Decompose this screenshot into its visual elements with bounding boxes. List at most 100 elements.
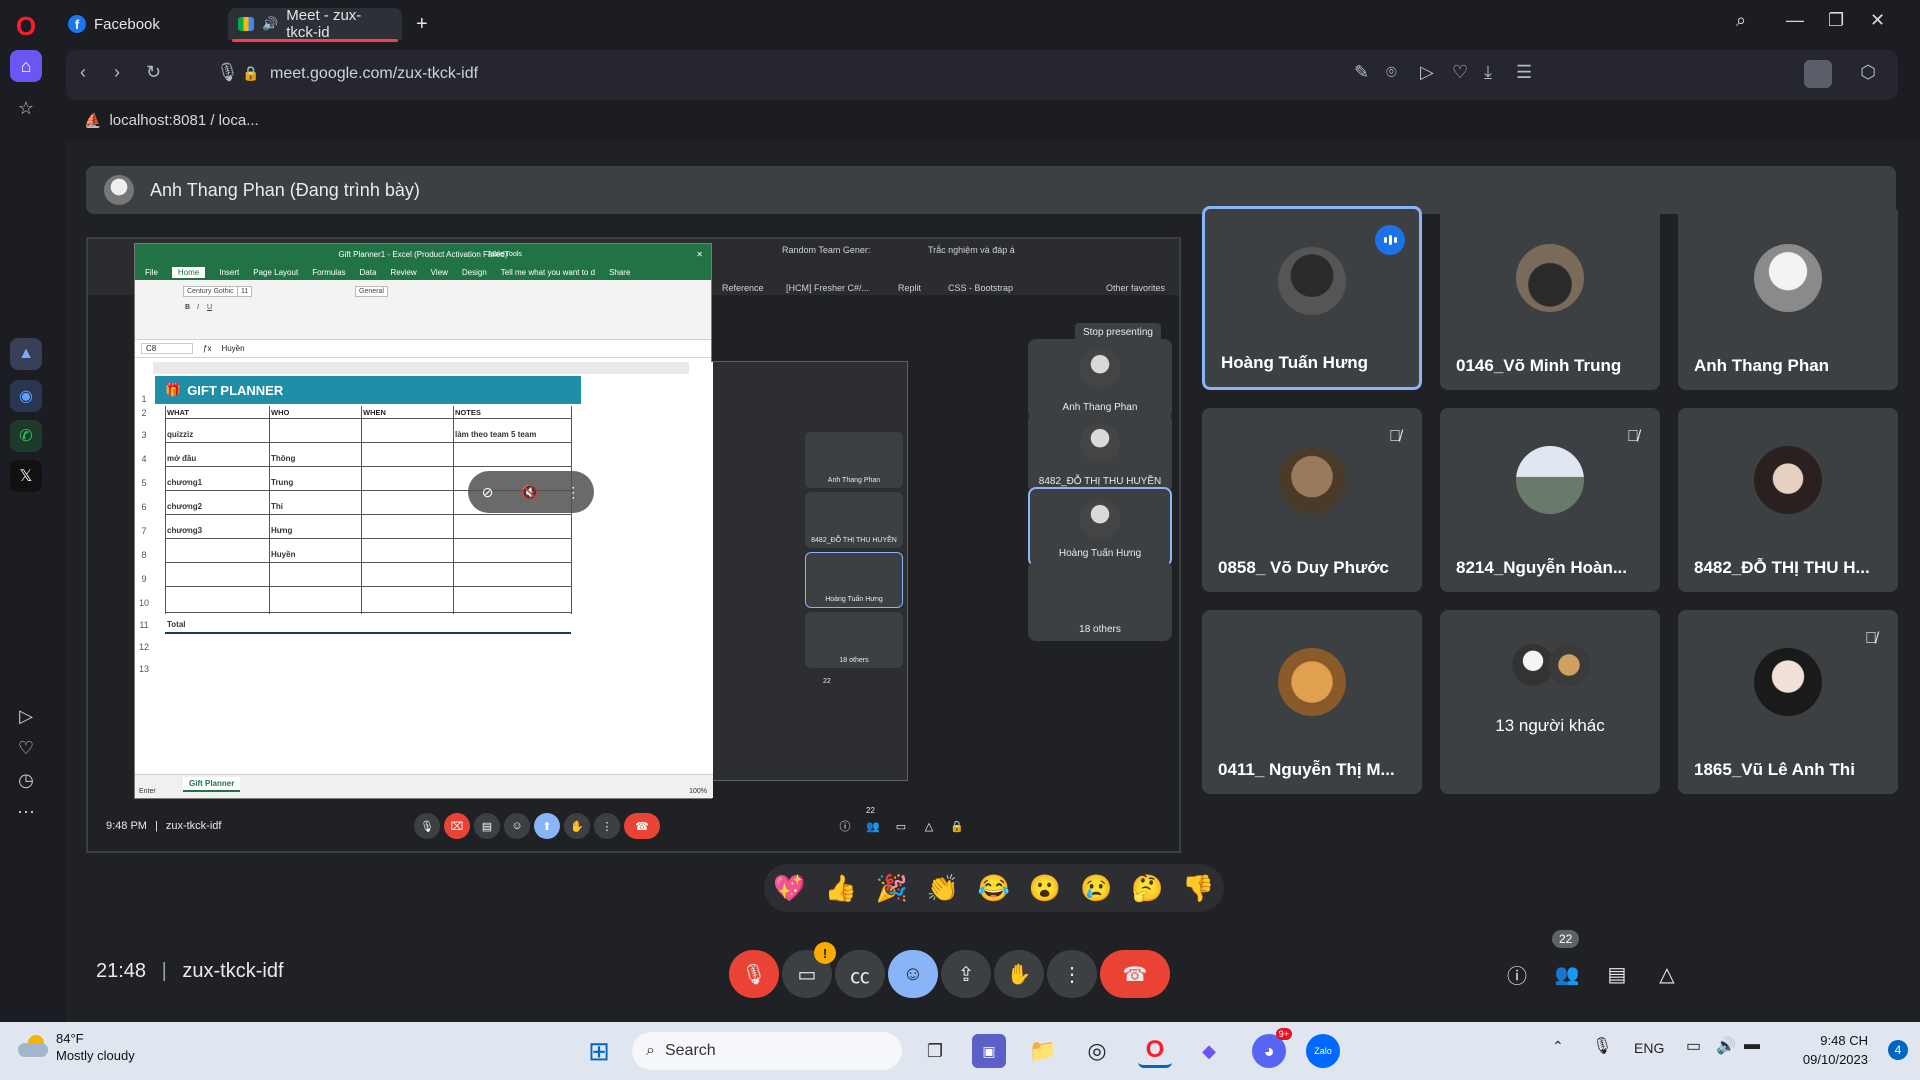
player-icon[interactable]: ▷ <box>10 700 42 732</box>
new-tab-button[interactable]: + <box>406 8 438 40</box>
cell[interactable]: Thi <box>271 502 283 511</box>
aria-icon[interactable]: ▲ <box>10 338 42 370</box>
reaction-thumbs-down[interactable]: 👎 <box>1182 873 1214 904</box>
participant-tile[interactable]: 🎙̸ 0858_ Võ Duy Phước <box>1202 408 1422 592</box>
cell[interactable]: làm theo team 5 team <box>455 430 536 439</box>
reactions-button[interactable]: ☺ <box>888 950 938 998</box>
cell[interactable]: Hưng <box>271 526 292 535</box>
participant-tile[interactable]: 8482_ĐỖ THỊ THU H... <box>1678 408 1898 592</box>
steam-icon[interactable]: ◎ <box>1080 1034 1114 1068</box>
meeting-details-button[interactable]: ⓘ <box>1492 950 1542 998</box>
pin-off-icon[interactable]: ⊘ <box>482 484 494 501</box>
presentation-float-controls[interactable]: ⊘ 🔇 ⋮ <box>468 471 594 513</box>
captions-button[interactable]: ㏄ <box>835 950 885 998</box>
forward-icon[interactable]: › <box>114 62 120 83</box>
app-icon[interactable]: ◆ <box>1192 1034 1226 1068</box>
font-size-select[interactable]: 11 <box>237 286 253 297</box>
whatsapp-icon[interactable]: ✆ <box>10 420 42 452</box>
tell-me-input[interactable]: Tell me what you want to d <box>501 268 595 277</box>
messenger-icon[interactable]: ◉ <box>10 380 42 412</box>
home-icon[interactable]: ⌂ <box>10 50 42 82</box>
volume-icon[interactable]: 🔊 <box>1716 1036 1736 1056</box>
discord-icon[interactable]: ◕ 9+ <box>1252 1028 1292 1068</box>
mic-tray-icon[interactable]: 🎙 <box>1592 1036 1612 1056</box>
cell[interactable]: chương3 <box>167 526 202 535</box>
mic-icon[interactable]: 🎙 <box>216 62 239 83</box>
people-button[interactable]: 👥 22 <box>1542 930 1592 998</box>
notification-badge[interactable]: 4 <box>1888 1040 1908 1060</box>
profile-icon[interactable] <box>1804 60 1832 88</box>
teams-icon[interactable]: ▣ <box>972 1034 1006 1068</box>
participant-tile[interactable]: Hoàng Tuấn Hưng <box>1202 206 1422 390</box>
x-twitter-icon[interactable]: 𝕏 <box>10 460 42 492</box>
file-explorer-icon[interactable]: 📁 <box>1026 1034 1060 1068</box>
tab-meet[interactable]: 🔊 Meet - zux-tkck-id <box>228 7 402 42</box>
chevron-up-icon[interactable]: ⌃ <box>1552 1038 1564 1055</box>
reload-icon[interactable]: ↻ <box>146 62 161 83</box>
network-icon[interactable]: ▭ <box>1686 1036 1701 1056</box>
more-icon[interactable]: ⋮ <box>566 484 580 501</box>
battery-icon[interactable]: ▬ <box>1744 1036 1760 1054</box>
camera-button[interactable]: ▭ ! <box>782 942 836 998</box>
camera-snapshot-icon[interactable]: ⌾ <box>1386 62 1397 83</box>
font-select[interactable]: Century Gothic <box>183 286 238 297</box>
minimize-icon[interactable]: — <box>1786 10 1804 31</box>
menu-data[interactable]: Data <box>360 268 377 277</box>
task-view-icon[interactable]: ❐ <box>918 1034 952 1068</box>
cell[interactable]: Trung <box>271 478 293 487</box>
participant-tile[interactable]: 0411_ Nguyễn Thị M... <box>1202 610 1422 794</box>
close-window-icon[interactable]: ✕ <box>1870 10 1885 31</box>
edit-icon[interactable]: ✎ <box>1354 62 1369 83</box>
weather-widget[interactable]: 84°F Mostly cloudy <box>18 1030 135 1064</box>
bookmark-localhost[interactable]: ⛵ localhost:8081 / loca... <box>84 112 259 129</box>
url-text[interactable]: meet.google.com/zux-tkck-idf <box>270 65 478 83</box>
reaction-thinking[interactable]: 🤔 <box>1131 873 1163 904</box>
bold-button[interactable]: B <box>185 304 190 311</box>
download-icon[interactable]: ⤓ <box>1484 62 1492 83</box>
excel-window[interactable]: Gift Planner1 - Excel (Product Activatio… <box>134 243 713 799</box>
star-icon[interactable]: ☆ <box>10 92 42 124</box>
participant-tile[interactable]: 0146_Võ Minh Trung <box>1440 206 1660 390</box>
chat-button[interactable]: ▤ <box>1592 950 1642 998</box>
shared-screen[interactable]: Random Team Gener: Trắc nghiệm và đáp á … <box>86 237 1181 853</box>
reaction-clapping[interactable]: 👏 <box>927 873 959 904</box>
share-button[interactable]: Share <box>609 268 630 277</box>
menu-home[interactable]: Home <box>171 266 206 278</box>
italic-button[interactable]: I <box>197 304 199 311</box>
history-icon[interactable]: ◷ <box>10 764 42 796</box>
cell[interactable]: chương2 <box>167 502 202 511</box>
more-options-button[interactable]: ⋮ <box>1047 950 1097 998</box>
language-indicator[interactable]: ENG <box>1634 1040 1664 1056</box>
opera-taskbar-icon[interactable]: O <box>1138 1034 1172 1068</box>
send-icon[interactable]: ▷ <box>1420 62 1434 83</box>
participant-tile[interactable]: 🎙̸ 1865_Vũ Lê Anh Thi <box>1678 610 1898 794</box>
underline-button[interactable]: U <box>207 304 212 311</box>
participant-tile[interactable]: 13 người khác <box>1440 610 1660 794</box>
menu-review[interactable]: Review <box>390 268 416 277</box>
reaction-sparkling-heart[interactable]: 💖 <box>773 873 805 904</box>
reaction-thumbs-up[interactable]: 👍 <box>824 873 856 904</box>
zalo-icon[interactable]: Zalo <box>1306 1034 1340 1068</box>
opera-logo-icon[interactable]: O <box>10 10 42 42</box>
formula-input[interactable]: Huyền <box>221 344 244 353</box>
mic-off-button[interactable]: 🎙 <box>729 950 779 998</box>
participant-tile[interactable]: 🎙̸ 8214_Nguyễn Hoàn... <box>1440 408 1660 592</box>
number-format-select[interactable]: General <box>355 286 388 297</box>
menu-design[interactable]: Design <box>462 268 487 277</box>
leave-call-button[interactable]: ☎ <box>1100 950 1170 998</box>
name-box[interactable]: C8 <box>141 343 193 354</box>
menu-file[interactable]: File <box>145 268 158 277</box>
reaction-crying[interactable]: 😢 <box>1080 873 1112 904</box>
easy-setup-icon[interactable]: ☰ <box>1516 62 1532 83</box>
close-icon[interactable]: ✕ <box>696 250 703 259</box>
windows-start-icon[interactable]: ⊞ <box>582 1034 616 1068</box>
clock[interactable]: 9:48 CH 09/10/2023 <box>1803 1031 1868 1069</box>
search-tabs-icon[interactable]: ⌕ <box>1736 10 1746 31</box>
menu-page-layout[interactable]: Page Layout <box>253 268 298 277</box>
more-icon[interactable]: ⋯ <box>10 796 42 828</box>
heart-bookmark-icon[interactable]: ♡ <box>1452 62 1468 83</box>
sheet-tab[interactable]: Gift Planner <box>183 777 241 792</box>
cell[interactable]: mở đầu <box>167 454 196 463</box>
menu-formulas[interactable]: Formulas <box>312 268 345 277</box>
participant-tile[interactable]: Anh Thang Phan <box>1678 206 1898 390</box>
